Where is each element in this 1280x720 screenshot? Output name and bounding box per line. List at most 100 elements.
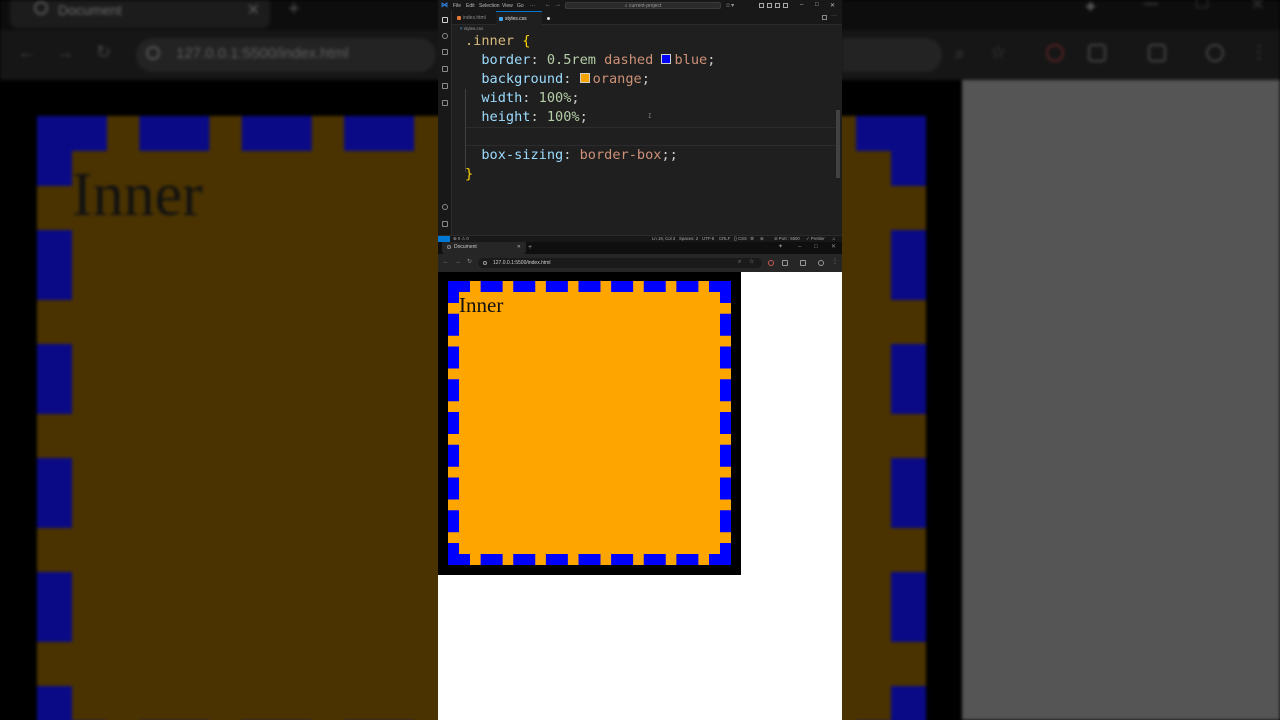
code-editor[interactable]: .inner { border: 0.5rem dashed blue; bac… xyxy=(452,32,842,235)
tab-index-html[interactable]: index.html xyxy=(454,11,494,25)
semicolon: ; xyxy=(707,52,716,68)
layout-sidebar-icon[interactable] xyxy=(759,3,764,8)
bg-inner-text: Inner xyxy=(72,161,203,229)
menu-more[interactable]: ··· xyxy=(530,3,535,9)
nav-back-icon[interactable]: ← xyxy=(545,2,551,8)
back-icon[interactable]: ← xyxy=(443,257,449,267)
bg-maximize-icon xyxy=(1196,0,1208,8)
breadcrumb[interactable]: # styles.css xyxy=(460,25,483,32)
bg-extensions-icon xyxy=(1088,44,1106,62)
menu-selection[interactable]: Selection xyxy=(479,3,500,9)
close-window-icon[interactable]: ✕ xyxy=(830,2,835,9)
code-line: } xyxy=(465,165,473,184)
tab-styles-css[interactable]: styles.css xyxy=(496,11,550,25)
copilot-icon[interactable]: ☺▾ xyxy=(725,2,734,9)
bg-back-icon: ← xyxy=(18,42,36,62)
source-control-icon[interactable] xyxy=(442,49,448,55)
close-brace: } xyxy=(465,166,474,182)
browser-minimize-icon[interactable]: – xyxy=(798,242,801,253)
css-property: height xyxy=(481,109,531,125)
bg-tab-title: Document xyxy=(58,2,122,18)
layout-panel-icon[interactable] xyxy=(767,3,772,8)
code-line: width: 100%; xyxy=(465,89,579,108)
menu-file[interactable]: File xyxy=(453,3,461,9)
mouse-cursor-icon: I xyxy=(648,113,652,120)
minimize-icon[interactable]: – xyxy=(800,2,803,8)
browser-close-icon[interactable]: ✕ xyxy=(831,242,836,253)
url-text[interactable]: 127.0.0.1:5500/index.html xyxy=(493,258,551,268)
vscode-window: ⋈ File Edit Selection View Go ··· ← → ⌕ … xyxy=(438,0,842,242)
color-swatch-blue[interactable] xyxy=(661,54,672,64)
code-line: box-sizing: border-box;; xyxy=(465,146,677,165)
cast-icon[interactable] xyxy=(800,260,806,266)
forward-icon[interactable]: → xyxy=(455,257,461,267)
breadcrumb-file: styles.css xyxy=(463,26,484,31)
profile-avatar-icon[interactable] xyxy=(818,260,824,266)
bg-minimize-icon xyxy=(1144,3,1158,5)
layout-secondary-icon[interactable] xyxy=(775,3,780,8)
accounts-icon[interactable] xyxy=(442,204,448,210)
bg-gemini-icon: ✦ xyxy=(1083,0,1099,17)
bg-cast-icon xyxy=(1148,44,1166,62)
code-line: border: 0.5rem dashed blue; xyxy=(465,51,715,70)
browser-maximize-icon[interactable]: □ xyxy=(814,242,818,253)
globe-icon xyxy=(447,245,451,249)
inner-text: Inner xyxy=(459,293,504,317)
browser-tab-strip: Document ✕ + ✦ – □ ✕ xyxy=(438,242,842,254)
bg-omnibox-end xyxy=(842,38,942,72)
colon: : xyxy=(563,147,572,163)
browser-tab[interactable]: Document ✕ xyxy=(442,242,526,254)
record-icon[interactable] xyxy=(768,260,774,266)
settings-gear-icon[interactable] xyxy=(442,221,448,227)
search-view-icon[interactable] xyxy=(442,33,448,39)
unsaved-dot-icon[interactable] xyxy=(547,17,550,20)
new-tab-icon[interactable]: + xyxy=(528,242,532,253)
extensions-icon[interactable] xyxy=(442,83,448,89)
maximize-icon[interactable]: □ xyxy=(815,2,819,8)
extensions-puzzle-icon[interactable] xyxy=(782,260,788,266)
status-bar: ⊗ 0 ⚠ 0 Ln 19, Col 3 Spaces: 2 UTF-8 CRL… xyxy=(438,235,842,242)
customize-layout-icon[interactable] xyxy=(783,3,788,8)
vscode-titlebar: ⋈ File Edit Selection View Go ··· ← → ⌕ … xyxy=(438,0,842,11)
editor-scrollbar[interactable] xyxy=(836,110,840,178)
code-line: background: orange; xyxy=(465,70,650,89)
css-keyword: dashed xyxy=(604,52,654,68)
bg-globe-icon xyxy=(34,1,48,15)
bg-forward-icon: → xyxy=(56,42,74,62)
browser-toolbar: ← → ↻ 127.0.0.1:5500/index.html ⌕ ☆ ⋮ xyxy=(438,254,842,272)
bg-new-tab-icon: + xyxy=(288,0,300,20)
css-selector: .inner xyxy=(465,33,515,49)
menu-view[interactable]: View xyxy=(502,3,513,9)
video-column: ⋈ File Edit Selection View Go ··· ← → ⌕ … xyxy=(438,0,842,720)
bg-record-icon xyxy=(1046,44,1064,62)
bg-window-close-icon: ✕ xyxy=(1250,0,1266,14)
reload-icon[interactable]: ↻ xyxy=(467,257,472,267)
gemini-icon[interactable]: ✦ xyxy=(778,242,783,253)
close-tab-icon[interactable]: ✕ xyxy=(517,242,521,253)
menu-go[interactable]: Go xyxy=(517,3,524,9)
semicolon: ; xyxy=(641,71,650,87)
css-property: border xyxy=(481,52,531,68)
colon: : xyxy=(563,71,572,87)
run-debug-icon[interactable] xyxy=(442,66,448,72)
bg-tab: Document ✕ xyxy=(10,0,270,28)
color-swatch-orange[interactable] xyxy=(579,73,590,83)
tab-label: index.html xyxy=(463,15,486,21)
menu-edit[interactable]: Edit xyxy=(466,3,475,9)
bg-zoom-icon: ⌕ xyxy=(955,43,966,63)
browser-window: Document ✕ + ✦ – □ ✕ ← → ↻ 127.0.0.1:550… xyxy=(438,242,842,272)
browser-menu-icon[interactable]: ⋮ xyxy=(832,257,838,267)
nav-forward-icon[interactable]: → xyxy=(555,2,561,8)
bookmark-star-icon[interactable]: ☆ xyxy=(749,257,754,267)
bg-reload-icon: ↻ xyxy=(96,42,112,62)
explorer-icon[interactable] xyxy=(442,17,448,23)
command-center-search[interactable]: ⌕ current-project xyxy=(565,2,721,9)
css-file-icon xyxy=(499,17,503,21)
more-actions-icon[interactable]: ··· xyxy=(831,13,837,19)
zoom-icon[interactable]: ⌕ xyxy=(738,257,741,267)
site-info-icon[interactable] xyxy=(483,261,487,265)
bg-avatar-icon xyxy=(1206,44,1224,62)
split-editor-icon[interactable] xyxy=(822,15,827,20)
remote-explorer-icon[interactable] xyxy=(442,100,448,106)
html-file-icon xyxy=(457,16,461,20)
